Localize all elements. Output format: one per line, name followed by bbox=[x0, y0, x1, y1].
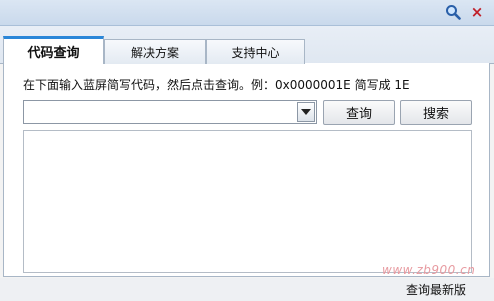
tab-code-query[interactable]: 代码查询 bbox=[3, 36, 104, 64]
query-instruction: 在下面输入蓝屏简写代码，然后点击查询。例：0x0000001E 简写成 1E bbox=[23, 78, 410, 92]
query-button[interactable]: 查询 bbox=[323, 100, 395, 125]
close-icon[interactable]: × bbox=[468, 3, 486, 21]
dropdown-arrow-icon[interactable] bbox=[297, 102, 315, 122]
tab-solutions[interactable]: 解决方案 bbox=[104, 39, 206, 64]
result-textarea[interactable] bbox=[23, 130, 472, 273]
site-watermark: www.zb900.cn bbox=[382, 263, 476, 277]
magnifier-icon[interactable] bbox=[444, 3, 462, 21]
code-input[interactable] bbox=[24, 101, 294, 123]
check-latest-version-link[interactable]: 查询最新版 bbox=[400, 279, 472, 299]
search-button[interactable]: 搜索 bbox=[400, 100, 472, 125]
title-bar: × bbox=[0, 0, 494, 26]
tab-support-center[interactable]: 支持中心 bbox=[206, 39, 305, 64]
code-combobox[interactable] bbox=[23, 100, 317, 124]
